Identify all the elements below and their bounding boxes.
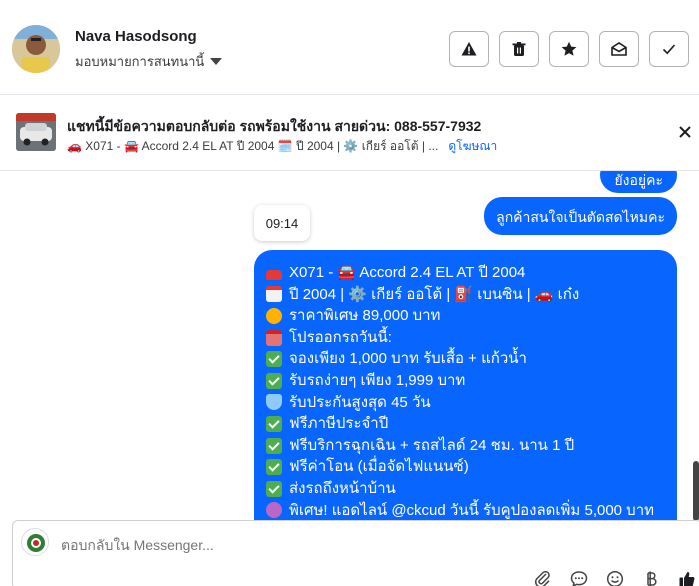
mark-unread-icon (611, 42, 627, 56)
reply-composer (12, 520, 699, 586)
attach-icon (535, 570, 550, 586)
offer-line: ฟรีค่าโอน (เมื่อจัดไฟแนนซ์) (266, 456, 665, 478)
messenger-conversation: Nava Hasodsong มอบหมายการสนทนานี้ แชทนี้… (0, 0, 699, 586)
cal-emoji-icon (266, 286, 282, 303)
message-timestamp: 09:14 (254, 205, 310, 241)
composer-tools (533, 569, 697, 586)
saved-reply-button[interactable] (569, 569, 589, 586)
shield-emoji-icon (266, 394, 282, 411)
ad-subtitle: 🚗 X071 - 🚘 Accord 2.4 EL AT ปี 2004 🗓️ ป… (67, 139, 439, 153)
contact-avatar[interactable] (12, 25, 60, 73)
check-icon (662, 44, 676, 55)
scrollbar[interactable] (693, 171, 699, 520)
offer-line: ราคาพิเศษ 89,000 บาท (266, 305, 665, 327)
attach-button[interactable] (533, 569, 553, 586)
offer-line-text: ราคาพิเศษ 89,000 บาท (289, 307, 441, 325)
offer-line-text: ฟรีภาษีประจำปี (289, 415, 389, 433)
ad-thumbnail[interactable] (16, 113, 56, 151)
view-ad-link[interactable]: ดูโฆษณา (448, 137, 497, 156)
scrollbar-thumb[interactable] (693, 461, 699, 520)
contact-name: Nava Hasodsong (75, 28, 197, 45)
ad-context-bar: แชทนี้มีข้อความตอบกลับต่อ รถพร้อมใช้งาน … (0, 96, 699, 171)
check-emoji-icon (266, 372, 282, 389)
star-button[interactable] (549, 31, 589, 67)
ad-subtitle-row: 🚗 X071 - 🚘 Accord 2.4 EL AT ปี 2004 🗓️ ป… (67, 137, 497, 156)
page-avatar (21, 528, 49, 556)
spark-emoji-icon (266, 502, 282, 519)
message-bubble-offer[interactable]: X071 - 🚘 Accord 2.4 EL AT ปี 2004 ปี 2004… (254, 250, 677, 520)
offer-line-text: โปรออกรถวันนี้: (289, 328, 392, 346)
emoji-icon (606, 570, 624, 586)
check-emoji-icon (266, 480, 282, 497)
offer-line: จองเพียง 1,000 บาท รับเสื้อ + แก้วน้ำ (266, 348, 665, 370)
offer-line: ส่งรถถึงหน้าบ้าน (266, 478, 665, 500)
emoji-button[interactable] (605, 569, 625, 586)
saved-reply-icon (570, 571, 588, 586)
check-emoji-icon (266, 415, 282, 432)
offer-line: ฟรีภาษีประจำปี (266, 413, 665, 435)
close-icon[interactable] (677, 124, 693, 140)
offer-line: โปรออกรถวันนี้: (266, 327, 665, 349)
check-emoji-icon (266, 437, 282, 454)
offer-line: พิเศษ! แอดไลน์ @ckcud วันนี้ รับคูปองลดเ… (266, 500, 665, 520)
check-emoji-icon (266, 351, 282, 368)
delete-button[interactable] (499, 31, 539, 67)
offer-line-text: รับประกันสูงสุด 45 วัน (289, 393, 431, 411)
assign-conversation-dropdown[interactable]: มอบหมายการสนทนานี้ (75, 51, 223, 72)
fire-emoji-icon (266, 307, 282, 324)
message-bubble-outgoing[interactable]: ลูกค้าสนใจเป็นตัดสดไหมคะ (484, 197, 677, 235)
offer-line: รับรถง่ายๆ เพียง 1,999 บาท (266, 370, 665, 392)
assign-label: มอบหมายการสนทนานี้ (75, 54, 205, 69)
header-actions (449, 31, 689, 67)
trash-icon (512, 42, 526, 56)
offer-line-text: รับรถง่ายๆ เพียง 1,999 บาท (289, 371, 466, 389)
like-icon (679, 572, 695, 586)
mark-unread-button[interactable] (599, 31, 639, 67)
warning-icon (461, 42, 477, 56)
car-emoji-icon (266, 269, 282, 280)
reply-input[interactable] (61, 537, 561, 553)
star-icon (561, 41, 577, 56)
message-bubble-outgoing[interactable]: ยังอยู่คะ (600, 171, 677, 193)
offer-line-text: ฟรีบริการฉุกเฉิน + รถสไลด์ 24 ชม. นาน 1 … (289, 436, 575, 454)
offer-line: ฟรีบริการฉุกเฉิน + รถสไลด์ 24 ชม. นาน 1 … (266, 435, 665, 457)
offer-line-text: ฟรีค่าโอน (เมื่อจัดไฟแนนซ์) (289, 458, 469, 476)
baht-icon (647, 571, 657, 586)
gift-emoji-icon (266, 329, 282, 346)
report-button[interactable] (449, 31, 489, 67)
like-button[interactable] (677, 569, 697, 586)
ad-title: แชทนี้มีข้อความตอบกลับต่อ รถพร้อมใช้งาน … (67, 118, 482, 134)
offer-line-text: พิเศษ! แอดไลน์ @ckcud วันนี้ รับคูปองลดเ… (289, 501, 655, 519)
message-list[interactable]: ยังอยู่คะ ลูกค้าสนใจเป็นตัดสดไหมคะ 09:14… (0, 171, 699, 520)
offer-line-text: X071 - 🚘 Accord 2.4 EL AT ปี 2004 (289, 264, 526, 281)
check-emoji-icon (266, 459, 282, 476)
mark-done-button[interactable] (649, 31, 689, 67)
offer-line-text: จองเพียง 1,000 บาท รับเสื้อ + แก้วน้ำ (289, 350, 527, 368)
caret-down-icon (210, 58, 223, 65)
offer-line: รับประกันสูงสุด 45 วัน (266, 392, 665, 414)
payment-button[interactable] (641, 569, 661, 586)
offer-line-text: ปี 2004 | ⚙️ เกียร์ ออโต้ | ⛽ เบนซิน | 🚗… (289, 285, 580, 303)
offer-line: X071 - 🚘 Accord 2.4 EL AT ปี 2004 (266, 262, 665, 284)
conversation-header: Nava Hasodsong มอบหมายการสนทนานี้ (0, 0, 699, 95)
offer-line: ปี 2004 | ⚙️ เกียร์ ออโต้ | ⛽ เบนซิน | 🚗… (266, 284, 665, 306)
offer-line-text: ส่งรถถึงหน้าบ้าน (289, 479, 396, 497)
